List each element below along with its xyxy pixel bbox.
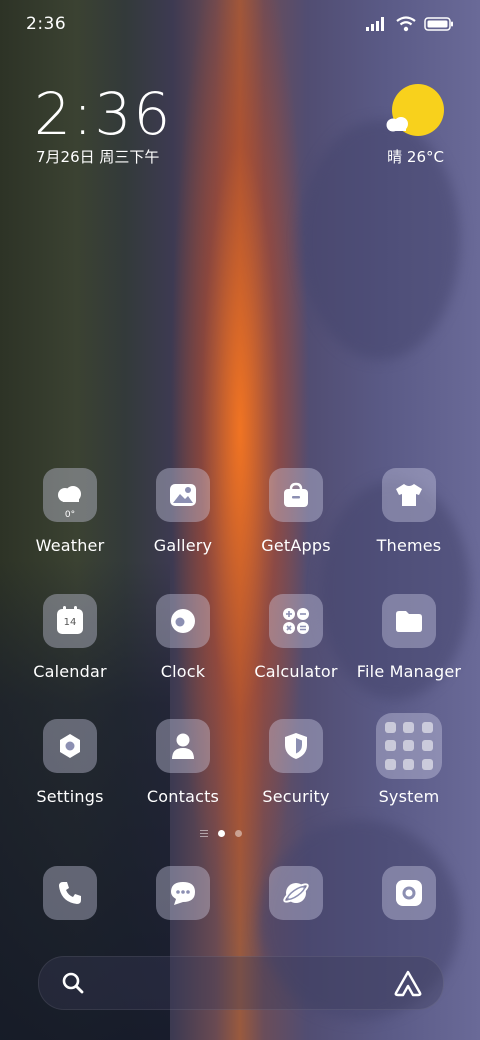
settings-icon — [43, 719, 97, 773]
app-list-indicator-icon — [200, 830, 208, 837]
app-label: Calendar — [33, 662, 107, 681]
assistant-icon[interactable] — [393, 969, 423, 997]
app-label: System — [378, 787, 440, 806]
app-label: Contacts — [146, 787, 220, 806]
clock-icon — [156, 594, 210, 648]
app-security[interactable]: Security — [240, 719, 352, 806]
wifi-icon — [396, 16, 416, 32]
app-label: GetApps — [261, 536, 331, 555]
security-icon — [269, 719, 323, 773]
calculator-icon — [269, 594, 323, 648]
app-label: File Manager — [356, 662, 462, 681]
status-bar: 2:36 — [0, 0, 480, 50]
weather-badge: 0° — [64, 510, 76, 520]
app-gallery[interactable]: Gallery — [127, 468, 239, 555]
app-label: Settings — [36, 787, 104, 806]
app-folder-system[interactable]: System — [353, 713, 465, 806]
phone-icon — [43, 866, 97, 920]
app-themes[interactable]: Themes — [353, 468, 465, 555]
calendar-icon: 14 — [43, 594, 97, 648]
app-label: Weather — [35, 536, 105, 555]
weather-temp: 晴 26°C — [387, 148, 444, 166]
app-getapps[interactable]: GetApps — [240, 468, 352, 555]
app-contacts[interactable]: Contacts — [127, 719, 239, 806]
system-folder-icon — [376, 713, 442, 779]
search-bar[interactable] — [38, 956, 444, 1010]
getapps-icon — [269, 468, 323, 522]
folder-icon — [382, 594, 436, 648]
dock-messages[interactable] — [127, 866, 239, 920]
messages-icon — [156, 866, 210, 920]
search-icon[interactable] — [61, 971, 85, 995]
weather-widget[interactable]: 晴 26°C — [364, 82, 444, 172]
contacts-icon — [156, 719, 210, 773]
weather-icon: 0° — [43, 468, 97, 522]
app-label: Security — [262, 787, 330, 806]
signal-icon — [366, 17, 384, 31]
app-label: Calculator — [254, 662, 338, 681]
app-file-manager[interactable]: File Manager — [353, 594, 465, 681]
cloud-icon — [386, 117, 408, 132]
page-indicator[interactable] — [200, 830, 242, 837]
themes-icon — [382, 468, 436, 522]
battery-icon — [424, 17, 453, 31]
clock-widget-date[interactable]: 7月26日 周三下午 — [36, 146, 159, 167]
status-time: 2:36 — [26, 14, 67, 34]
calendar-day: 14 — [63, 617, 77, 628]
page-dot-active — [218, 830, 225, 837]
page-dot — [235, 830, 242, 837]
app-settings[interactable]: Settings — [14, 719, 126, 806]
dock-phone[interactable] — [14, 866, 126, 920]
app-calculator[interactable]: Calculator — [240, 594, 352, 681]
camera-icon — [382, 866, 436, 920]
app-label: Clock — [160, 662, 206, 681]
dock-camera[interactable] — [353, 866, 465, 920]
app-label: Themes — [376, 536, 442, 555]
clock-widget-time[interactable]: 2:36 — [34, 80, 172, 148]
app-weather[interactable]: 0° Weather — [14, 468, 126, 555]
app-calendar[interactable]: 14 Calendar — [14, 594, 126, 681]
dock-browser[interactable] — [240, 866, 352, 920]
app-clock[interactable]: Clock — [127, 594, 239, 681]
browser-icon — [269, 866, 323, 920]
app-label: Gallery — [153, 536, 213, 555]
gallery-icon — [156, 468, 210, 522]
